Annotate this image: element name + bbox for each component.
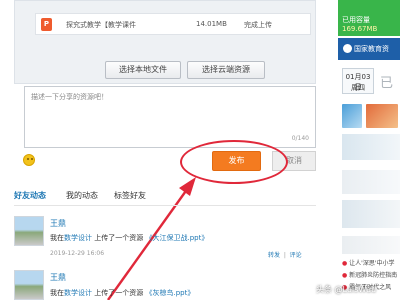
file-name: 探究式教学【教学课件 <box>66 21 136 29</box>
file-size: 14.01MB <box>196 20 227 28</box>
blurred-content <box>342 236 400 254</box>
sidebar-news-link[interactable]: ● 让人'深思'中小学 <box>342 258 394 267</box>
uploaded-file-row: P 探究式教学【教学课件 14.01MB 完成上传 <box>35 13 311 35</box>
banner-text: 国家教育资 <box>354 45 389 53</box>
comment-link[interactable]: 评论 <box>290 252 302 259</box>
blurred-content <box>342 170 400 194</box>
feed-text-middle: 上传了一个资源 <box>94 289 144 297</box>
share-placeholder: 描述一下分享的资源吧！ <box>31 93 108 101</box>
feed-text-middle: 上传了一个资源 <box>94 234 144 242</box>
feed-text-prefix: 我在 <box>50 289 64 297</box>
feed-user-name[interactable]: 王鼎 <box>50 218 66 229</box>
ppt-file-icon: P <box>41 18 52 31</box>
feed-category-link[interactable]: 数学设计 <box>64 234 92 242</box>
feed-resource-link[interactable]: 《灰椋鸟.ppt》 <box>145 289 194 297</box>
checkin-status: 已 <box>380 76 394 91</box>
select-cloud-resource-button[interactable]: 选择云端资源 <box>187 61 265 79</box>
feed-category-link[interactable]: 数学设计 <box>64 289 92 297</box>
tab-tag-friends[interactable]: 标签好友 <box>114 190 146 201</box>
promo-tile[interactable] <box>342 104 362 128</box>
feed-text: 我在数学设计 上传了一个资源 《灰椋鸟.ppt》 <box>50 288 194 298</box>
feed-resource-link[interactable]: 《大江保卫战.ppt》 <box>145 234 208 242</box>
storage-label: 已用容量 <box>342 16 370 24</box>
calendar-weekday: 周四 <box>351 84 365 92</box>
promo-tile[interactable] <box>366 104 398 128</box>
tab-friends-activity[interactable]: 好友动态 <box>14 190 46 201</box>
smiley-icon[interactable] <box>23 154 35 166</box>
storage-meter: 已用容量 169.67MB <box>338 0 400 36</box>
upload-panel: P 探究式教学【教学课件 14.01MB 完成上传 选择本地文件 选择云端资源 <box>14 0 316 84</box>
annotation-ellipse <box>180 140 288 184</box>
divider <box>14 205 316 206</box>
char-counter: 0/140 <box>291 135 309 142</box>
watermark: 头条 @LuisWuu <box>316 285 377 294</box>
tab-my-activity[interactable]: 我的动态 <box>66 190 98 201</box>
feed-user-name[interactable]: 王鼎 <box>50 272 66 283</box>
sidebar-news-link[interactable]: ● 新冠肺炎防控指南 <box>342 270 397 279</box>
avatar[interactable] <box>14 270 44 300</box>
select-local-file-button[interactable]: 选择本地文件 <box>105 61 181 79</box>
forward-link[interactable]: 转发 <box>268 252 280 259</box>
badge-icon <box>343 44 352 53</box>
feed-text-prefix: 我在 <box>50 234 64 242</box>
blurred-content <box>342 200 400 228</box>
avatar[interactable] <box>14 216 44 246</box>
right-sidebar: 已用容量 169.67MB 国家教育资 01月03日 周四 已 ● 让人'深思'… <box>338 0 400 300</box>
feed-actions: 转发 | 评论 <box>268 252 302 259</box>
upload-status: 完成上传 <box>244 21 272 29</box>
feed-timestamp: 2019-12-29 16:06 <box>50 250 105 257</box>
feed-text: 我在数学设计 上传了一个资源 《大江保卫战.ppt》 <box>50 233 208 243</box>
storage-value: 169.67MB <box>342 25 378 33</box>
calendar-widget: 01月03日 周四 <box>342 68 374 94</box>
share-description-input[interactable]: 描述一下分享的资源吧！ 0/140 <box>24 86 316 148</box>
education-resource-banner[interactable]: 国家教育资 <box>338 38 400 60</box>
blurred-content <box>342 134 400 160</box>
